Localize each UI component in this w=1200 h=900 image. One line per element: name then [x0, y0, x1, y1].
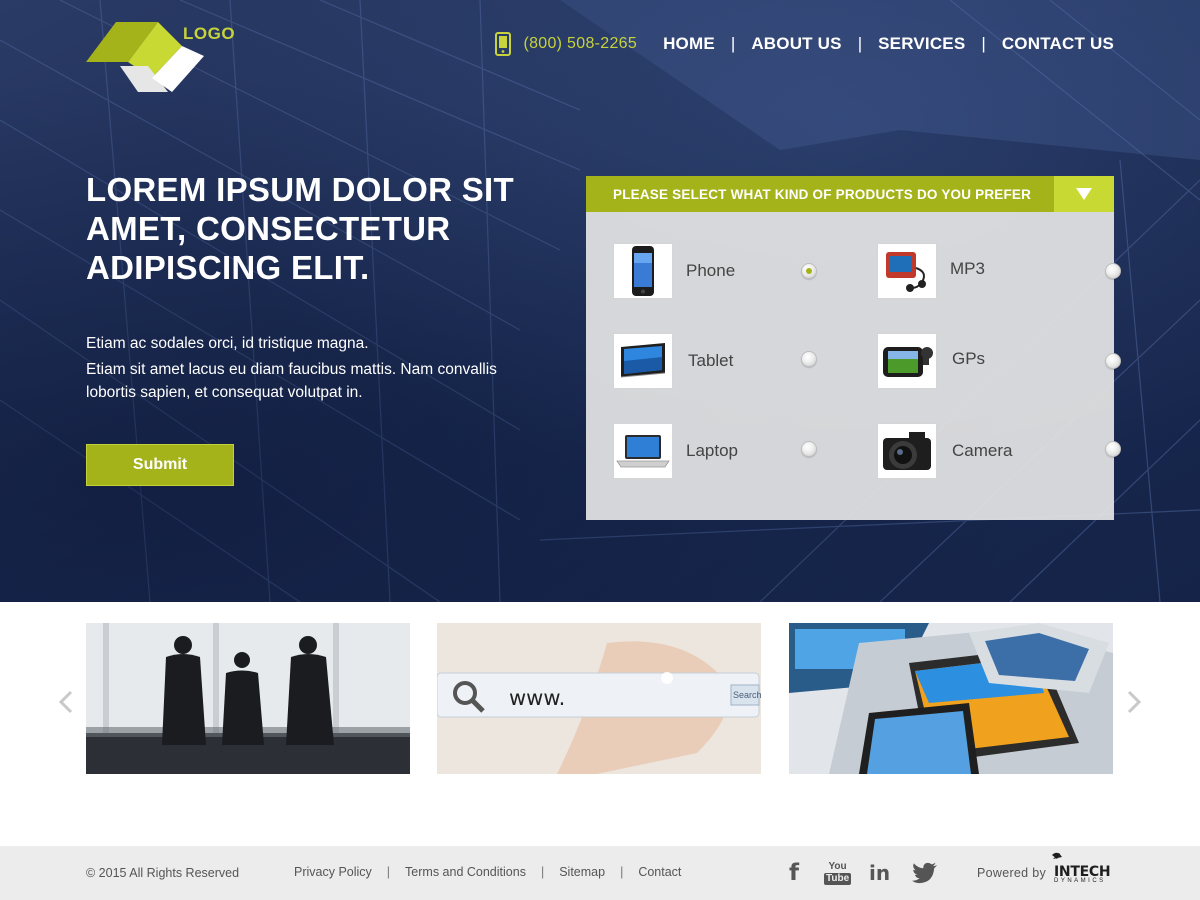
- option-label: Camera: [952, 441, 1013, 460]
- chevron-right-icon[interactable]: [1126, 690, 1142, 714]
- facebook-icon[interactable]: f: [789, 859, 799, 887]
- linkedin-glyph: in: [869, 861, 891, 885]
- phone-product-icon: [613, 243, 673, 299]
- footer: © 2015 All Rights Reserved Privacy Polic…: [0, 846, 1200, 900]
- twitter-icon[interactable]: [912, 859, 938, 887]
- headline-line: AMET, CONSECTETUR: [86, 210, 451, 247]
- devices-image[interactable]: [789, 623, 1113, 774]
- youtube-bottom-text: Tube: [824, 872, 852, 885]
- footer-link-sitemap[interactable]: Sitemap: [559, 865, 605, 879]
- youtube-icon[interactable]: You Tube: [824, 859, 852, 887]
- option-gps[interactable]: GPs: [877, 333, 1121, 389]
- option-mp3[interactable]: MP3: [877, 243, 1121, 299]
- option-tablet[interactable]: Tablet: [613, 333, 843, 389]
- powered-by-text: Powered by: [977, 866, 1047, 880]
- option-camera[interactable]: Camera: [877, 423, 1121, 479]
- brand-subtitle: DYNAMICS: [1054, 878, 1106, 884]
- business-meeting-image[interactable]: [86, 623, 410, 774]
- phone-number[interactable]: (800) 508-2265: [523, 35, 637, 53]
- chevron-left-icon[interactable]: [58, 690, 74, 714]
- radio-gps[interactable]: [1105, 353, 1121, 369]
- radio-laptop[interactable]: [801, 441, 817, 457]
- search-url-text: www.: [509, 686, 566, 710]
- nav-home[interactable]: HOME: [663, 34, 715, 54]
- camera-icon: [877, 423, 937, 479]
- headline-line: ADIPISCING ELIT.: [86, 249, 370, 286]
- linkedin-icon[interactable]: in: [869, 859, 890, 887]
- tablet-icon: [613, 333, 673, 389]
- copyright-text: © 2015 All Rights Reserved: [86, 866, 240, 880]
- radio-phone[interactable]: [801, 263, 817, 279]
- top-nav: (800) 508-2265 HOME | ABOUT US | SERVICE…: [495, 32, 1114, 56]
- option-phone[interactable]: Phone: [613, 243, 843, 299]
- footer-separator: |: [540, 865, 545, 879]
- laptop-icon: [613, 423, 673, 479]
- footer-links: Privacy Policy | Terms and Conditions | …: [294, 865, 681, 879]
- hero-paragraph-1: Etiam ac sodales orci, id tristique magn…: [86, 335, 369, 352]
- phone-icon: [495, 32, 512, 56]
- option-laptop[interactable]: Laptop: [613, 423, 843, 479]
- hero-headline: LOREM IPSUM DOLOR SIT AMET, CONSECTETUR …: [86, 170, 526, 287]
- nav-separator: |: [730, 34, 736, 53]
- footer-link-privacy[interactable]: Privacy Policy: [294, 865, 372, 879]
- mp3-player-icon: [877, 243, 937, 299]
- nav-services[interactable]: SERVICES: [878, 34, 965, 54]
- radio-mp3[interactable]: [1105, 263, 1121, 279]
- product-selection-panel: PLEASE SELECT WHAT KIND OF PRODUCTS DO Y…: [586, 176, 1121, 520]
- gps-device-icon: [877, 333, 937, 389]
- footer-link-contact[interactable]: Contact: [638, 865, 681, 879]
- footer-link-terms[interactable]: Terms and Conditions: [405, 865, 526, 879]
- radio-tablet[interactable]: [801, 351, 817, 367]
- panel-title: PLEASE SELECT WHAT KIND OF PRODUCTS DO Y…: [613, 186, 1032, 202]
- nav-about-us[interactable]: ABOUT US: [751, 34, 841, 54]
- panel-header[interactable]: PLEASE SELECT WHAT KIND OF PRODUCTS DO Y…: [586, 176, 1114, 212]
- option-label: GPs: [952, 349, 986, 368]
- option-label: Tablet: [688, 351, 734, 370]
- nav-contact-us[interactable]: CONTACT US: [1002, 34, 1114, 54]
- web-search-image[interactable]: www. Search: [437, 623, 761, 774]
- twitter-bird-icon: [912, 862, 937, 884]
- submit-button[interactable]: Submit: [86, 444, 234, 486]
- footer-separator: |: [386, 865, 391, 879]
- footer-separator: |: [620, 865, 624, 879]
- option-label: MP3: [950, 259, 985, 278]
- devices-illustration: [789, 623, 1113, 774]
- facebook-glyph: f: [789, 860, 800, 886]
- radio-camera[interactable]: [1105, 441, 1121, 457]
- headline-line: LOREM IPSUM DOLOR SIT: [86, 171, 514, 208]
- youtube-top-text: You: [828, 860, 847, 872]
- logo-text[interactable]: LOGO: [183, 24, 235, 44]
- hero-paragraph-2: Etiam sit amet lacus eu diam faucibus ma…: [86, 361, 497, 401]
- search-button-text: Search: [733, 690, 761, 700]
- nav-separator: |: [981, 34, 986, 53]
- option-label: Laptop: [686, 441, 738, 460]
- option-label: Phone: [686, 261, 736, 280]
- triangle-down-icon: [1076, 188, 1092, 200]
- nav-separator: |: [857, 34, 863, 53]
- business-meeting-illustration: [86, 623, 410, 774]
- panel-toggle-button[interactable]: [1054, 176, 1114, 212]
- web-search-illustration: [437, 623, 761, 774]
